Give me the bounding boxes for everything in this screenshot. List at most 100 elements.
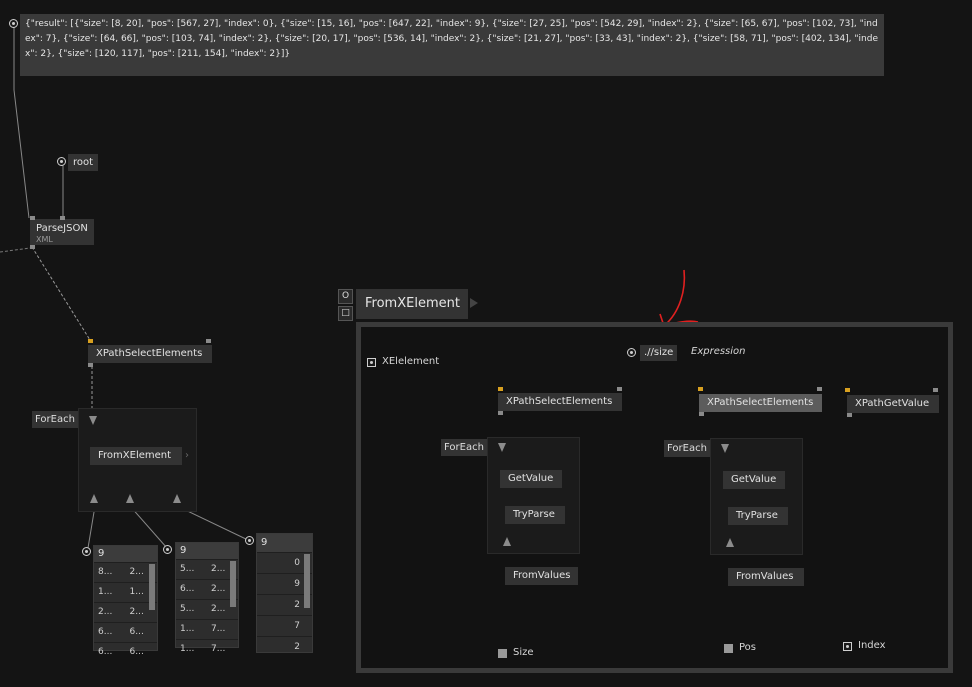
parsejson-node[interactable]: ParseJSON XML (30, 219, 94, 245)
spread-cell: 7 (294, 621, 300, 631)
foreach-left-label: ForEach (32, 411, 78, 428)
patch-square-button[interactable]: □ (338, 306, 353, 321)
spread-cell: 2... (98, 607, 113, 617)
spread-row[interactable]: 1... 7... (176, 619, 238, 639)
patch-o-button[interactable]: O (338, 289, 353, 304)
index-output-pin[interactable] (843, 642, 852, 651)
spread-row[interactable]: 2... 2... (94, 602, 157, 622)
spread1-iobox[interactable]: 9 8... 2... 1... 1... 2... 2... 6... 6... 6... 6.… (93, 545, 158, 657)
xpathvalue-in-pin[interactable] (845, 388, 850, 392)
spread-row[interactable]: 5... 2... (176, 599, 238, 619)
xpathvalue-label: XPathGetValue (855, 398, 930, 409)
result-iobox-pin[interactable] (9, 19, 18, 28)
spread-cell: 7... (211, 624, 226, 634)
xpath2-label: XPathSelectElements (707, 397, 814, 408)
fromvalues2-node[interactable]: FromValues (728, 568, 804, 586)
spread-row[interactable]: 8... 2... (94, 562, 157, 582)
fromvalues1-node[interactable]: FromValues (505, 567, 578, 585)
spread1-pin[interactable] (82, 547, 91, 556)
spread-cell: 6... (129, 647, 144, 657)
foreach2-input-arrow (721, 444, 729, 453)
spread3-iobox[interactable]: 9 09272 (256, 533, 313, 653)
xelement-label: XElelement (382, 356, 440, 367)
getvalue2-node[interactable]: GetValue (723, 471, 785, 489)
spread-cell: 6... (129, 627, 144, 637)
xpathvalue-node[interactable]: XPathGetValue (847, 395, 939, 413)
foreach-left-output-arrow-2 (126, 494, 134, 503)
xpath-left-in-pin[interactable] (88, 339, 93, 343)
patch-title-tab[interactable]: FromXElement (356, 289, 468, 319)
spread-row[interactable]: 6... 6... (94, 642, 157, 662)
spread1-count: 9 (94, 546, 157, 562)
xpathvalue-in-pin-2[interactable] (933, 388, 938, 392)
getvalue2-label: GetValue (731, 474, 777, 485)
spread-row[interactable]: 1... 1... (94, 582, 157, 602)
parsejson-out-pin[interactable] (30, 245, 35, 249)
spread-row[interactable]: 1... 7... (176, 639, 238, 659)
xpath-left-in-pin-2[interactable] (206, 339, 211, 343)
spread-row[interactable]: 6... 2... (176, 579, 238, 599)
spread-cell: 2 (294, 642, 300, 652)
patch-o-label: O (341, 291, 350, 301)
spread-row[interactable]: 7 (257, 615, 312, 636)
spread2-iobox[interactable]: 9 5... 2... 6... 2... 5... 2... 1... 7... 1... 7.… (175, 542, 239, 654)
spread2-count: 9 (176, 543, 238, 559)
xpath2-node[interactable]: XPathSelectElements (699, 394, 822, 412)
parsejson-in-pin-2[interactable] (60, 216, 65, 220)
foreach-left-input-arrow (89, 416, 97, 425)
xpath-left-node[interactable]: XPathSelectElements (88, 345, 212, 363)
xpath2-in-pin-2[interactable] (817, 387, 822, 391)
foreach1-input-arrow (498, 443, 506, 452)
xelement-input-pin[interactable] (367, 358, 376, 367)
root-iobox-pin[interactable] (57, 157, 66, 166)
spread2-scrollbar[interactable] (230, 561, 236, 607)
spread2-pin[interactable] (163, 545, 172, 554)
pos-output-label: Pos (739, 642, 757, 653)
tryparse2-node[interactable]: TryParse (728, 507, 788, 525)
expression-label: Expression (691, 346, 746, 357)
spread3-scrollbar[interactable] (304, 554, 310, 608)
spread3-pin[interactable] (245, 536, 254, 545)
size-output-pin[interactable] (498, 649, 507, 658)
spread-row[interactable]: 6... 6... (94, 622, 157, 642)
parsejson-in-pin[interactable] (30, 216, 35, 220)
patch-title: FromXElement (365, 296, 460, 311)
pos-output-pin[interactable] (724, 644, 733, 653)
xpath1-in-pin[interactable] (498, 387, 503, 391)
expression-iobox[interactable]: .//size (640, 345, 678, 361)
xpath1-in-pin-2[interactable] (617, 387, 622, 391)
result-text-box[interactable]: {"result": [{"size": [8, 20], "pos": [56… (20, 14, 884, 76)
xpath2-in-pin[interactable] (698, 387, 703, 391)
xpath1-label: XPathSelectElements (506, 396, 613, 407)
spread-cell: 1... (180, 624, 195, 634)
patch-expand-icon[interactable] (470, 298, 478, 308)
spread-cell: 5... (180, 564, 195, 574)
foreach1-output-arrow (503, 537, 511, 546)
xpath-left-out-pin[interactable] (88, 363, 93, 367)
xpath1-out-pin[interactable] (498, 411, 503, 415)
getvalue1-node[interactable]: GetValue (500, 470, 562, 488)
spread-cell: 7... (211, 644, 226, 654)
foreach2-region (710, 438, 803, 555)
parsejson-subtitle: XML (36, 235, 53, 244)
xpath1-node[interactable]: XPathSelectElements (498, 393, 622, 411)
annotation-arrow (659, 269, 699, 327)
fromxelement-node[interactable]: FromXElement (90, 447, 182, 465)
fromxelement-label: FromXElement (98, 450, 172, 461)
expression-pin[interactable] (627, 348, 636, 357)
spread-row[interactable]: 2 (257, 636, 312, 657)
xpath2-out-pin[interactable] (699, 412, 704, 416)
fromxelement-expand-icon[interactable]: › (185, 450, 189, 461)
spread1-scrollbar[interactable] (149, 564, 155, 610)
root-iobox[interactable]: root (68, 154, 99, 171)
spread-row[interactable]: 5... 2... (176, 559, 238, 579)
spread-cell: 8... (98, 567, 113, 577)
xpathvalue-out-pin[interactable] (847, 413, 852, 417)
tryparse1-node[interactable]: TryParse (505, 506, 565, 524)
size-output-label: Size (513, 647, 534, 658)
spread-cell: 1... (98, 587, 113, 597)
tryparse1-label: TryParse (513, 509, 555, 520)
spread-cell: 5... (180, 604, 195, 614)
foreach1-region (487, 437, 580, 554)
patch-square-label: □ (341, 308, 350, 318)
